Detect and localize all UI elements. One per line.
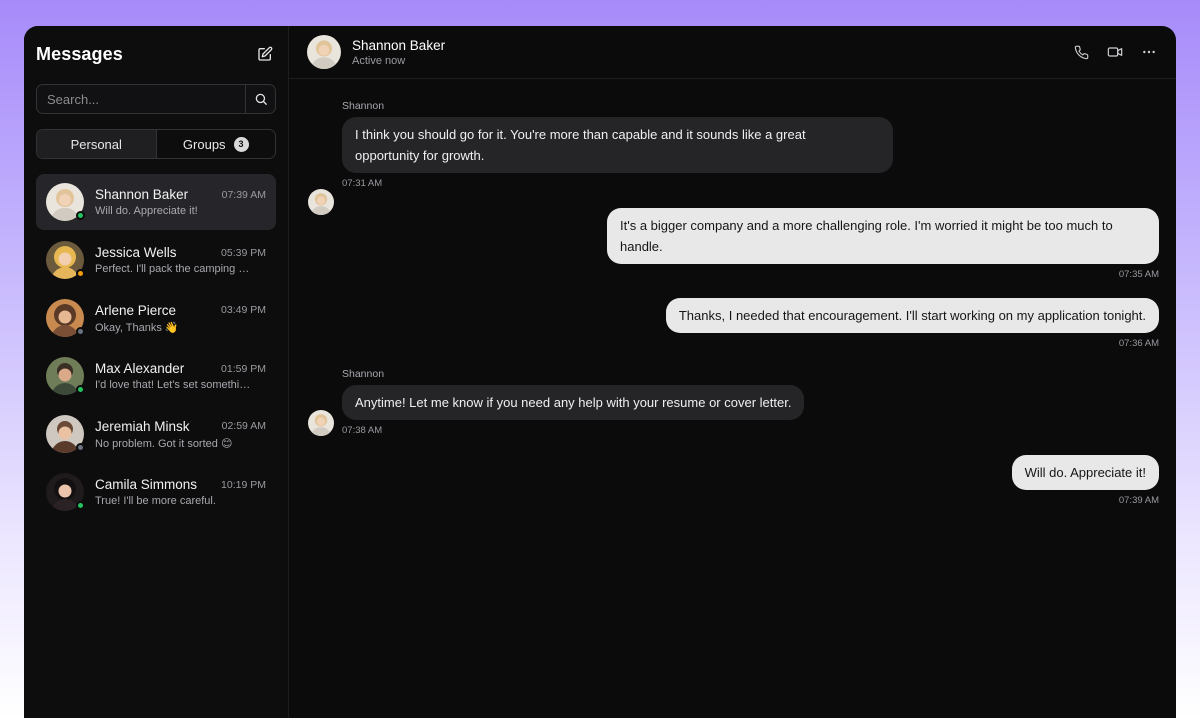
contact-name: Shannon Baker [352,37,446,53]
avatar[interactable] [307,35,341,69]
message-bubble[interactable]: Thanks, I needed that encouragement. I'l… [665,298,1159,333]
avatar [308,410,334,436]
conversation-body: Jessica Wells 05:39 PM Perfect. I'll pac… [95,245,266,275]
message-bubble[interactable]: Anytime! Let me know if you need any hel… [342,385,805,420]
conversation-list: Shannon Baker 07:39 AM Will do. Apprecia… [36,174,276,520]
conversation-body: Shannon Baker 07:39 AM Will do. Apprecia… [95,187,266,217]
more-icon [1143,50,1155,54]
message-time: 07:35 AM [1118,269,1159,280]
message-bubble[interactable]: Will do. Appreciate it! [1011,455,1159,490]
message-bubble[interactable]: I think you should go for it. You're mor… [342,117,893,173]
message-text: Thanks, I needed that encouragement. I'l… [678,308,1146,323]
message-time: 07:31 AM [342,178,383,189]
conversation-name: Jessica Wells [95,245,177,260]
header-actions [1072,43,1158,61]
status-dot [76,327,85,336]
video-call-button[interactable] [1106,43,1124,61]
sidebar-title: Messages [36,43,123,64]
conversation-name: Shannon Baker [95,187,189,202]
avatar-wrapper [46,299,85,337]
search-button[interactable] [245,85,275,113]
conversation-name: Max Alexander [95,361,185,376]
message-text: It's a bigger company and a more challen… [620,218,1113,233]
message-outgoing: It's a bigger company and a more challen… [607,208,1159,280]
message-incoming: Shannon I think you should go for it. Yo… [342,100,893,189]
message-time: 07:39 AM [1118,495,1159,506]
avatar-wrapper [46,357,85,395]
message-text: handle. [620,239,663,254]
conversation-preview: True! I'll be more careful. [95,495,216,507]
message-time: 07:36 AM [1118,338,1159,349]
conversation-time: 01:59 PM [221,362,266,375]
conversation-tabs: Personal Groups 3 [36,129,276,159]
tab-personal[interactable]: Personal [37,130,157,158]
conversation-item[interactable]: Arlene Pierce 03:49 PM Okay, Thanks 👋 [36,290,276,346]
tab-groups[interactable]: Groups 3 [157,130,276,158]
search-box [36,84,276,114]
status-dot [76,269,85,278]
avatar [308,189,334,215]
conversation-time: 05:39 PM [221,246,266,259]
message-outgoing: Thanks, I needed that encouragement. I'l… [665,298,1159,349]
conversation-preview: Okay, Thanks 👋 [95,321,179,334]
conversation-body: Jeremiah Minsk 02:59 AM No problem. Got … [95,419,266,450]
conversation-time: 07:39 AM [221,188,266,201]
avatar-wrapper [46,183,85,221]
sidebar-header: Messages [36,26,276,82]
message-text: Will do. Appreciate it! [1024,465,1146,480]
search-icon [255,93,267,105]
message-sender: Shannon [342,100,385,112]
messaging-window: Messages Personal Groups 3 [24,26,1176,718]
search-input[interactable] [37,85,245,113]
video-icon [1107,47,1123,57]
conversation-body: Arlene Pierce 03:49 PM Okay, Thanks 👋 [95,303,266,334]
compose-icon [258,46,273,61]
contact-status: Active now [352,54,406,67]
compose-button[interactable] [254,43,276,65]
avatar-wrapper [46,415,85,453]
message-bubble[interactable]: It's a bigger company and a more challen… [607,208,1159,264]
message-outgoing: Will do. Appreciate it! 07:39 AM [1011,455,1159,506]
message-time: 07:38 AM [342,425,383,436]
conversation-item[interactable]: Max Alexander 01:59 PM I'd love that! Le… [36,348,276,404]
conversation-body: Max Alexander 01:59 PM I'd love that! Le… [95,361,266,391]
chat-panel: Shannon Baker Active now Shannon I think… [289,26,1176,718]
conversation-name: Camila Simmons [95,477,198,492]
message-incoming: Shannon Anytime! Let me know if you need… [342,368,805,436]
message-sender: Shannon [342,368,385,380]
conversation-preview: I'd love that! Let's set somethi… [95,379,251,391]
conversation-item[interactable]: Jessica Wells 05:39 PM Perfect. I'll pac… [36,232,276,288]
message-text: opportunity for growth. [355,148,485,163]
call-button[interactable] [1072,43,1090,61]
chat-header: Shannon Baker Active now [289,26,1176,79]
more-options-button[interactable] [1140,43,1158,61]
tab-label: Groups [182,136,226,152]
contact-info: Shannon Baker Active now [352,38,445,67]
avatar-wrapper [46,473,85,511]
status-dot [76,443,85,452]
status-dot [76,501,85,510]
conversation-name: Arlene Pierce [95,302,177,318]
conversation-time: 02:59 AM [221,420,266,432]
conversation-body: Camila Simmons 10:19 PM True! I'll be mo… [95,477,266,507]
conversation-preview: No problem. Got it sorted 😊 [95,437,233,450]
conversation-item[interactable]: Jeremiah Minsk 02:59 AM No problem. Got … [36,406,276,462]
conversation-time: 03:49 PM [221,304,266,316]
groups-count-badge: 3 [233,136,249,152]
conversation-time: 10:19 PM [221,478,266,491]
conversation-item[interactable]: Camila Simmons 10:19 PM True! I'll be mo… [36,464,276,520]
message-text: I think you should go for it. You're mor… [355,127,806,142]
conversation-preview: Will do. Appreciate it! [95,205,198,217]
conversation-name: Jeremiah Minsk [95,418,190,434]
conversation-preview: Perfect. I'll pack the camping … [95,263,250,275]
conversation-item[interactable]: Shannon Baker 07:39 AM Will do. Apprecia… [36,174,276,230]
sidebar: Messages Personal Groups 3 [24,26,289,718]
status-dot [76,211,85,220]
message-list: Shannon I think you should go for it. Yo… [289,79,1176,718]
message-text: Anytime! Let me know if you need any hel… [355,395,792,410]
avatar-wrapper [46,241,85,279]
status-dot [76,385,85,394]
phone-icon [1074,45,1088,59]
tab-label: Personal [70,136,122,152]
